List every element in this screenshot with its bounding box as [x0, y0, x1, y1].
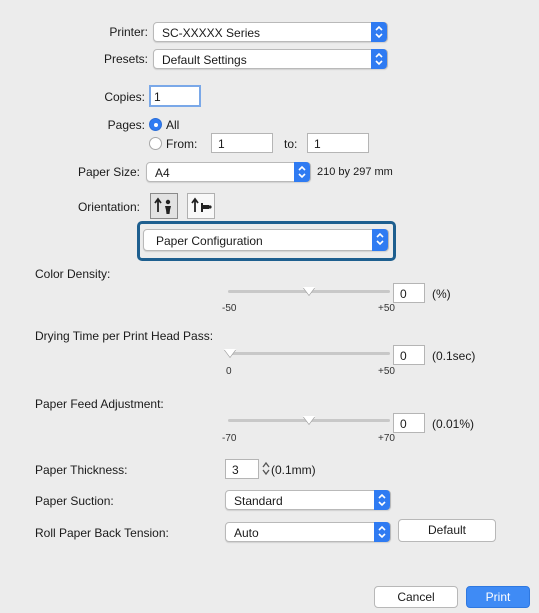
stepper-arrows-icon[interactable] [262, 461, 270, 476]
portrait-orientation-button[interactable] [150, 193, 178, 219]
drying-time-max: +50 [378, 366, 395, 377]
color-density-label: Color Density: [35, 267, 111, 281]
default-button[interactable]: Default [398, 519, 496, 542]
drying-time-label: Drying Time per Print Head Pass: [35, 329, 214, 343]
updown-arrows-icon [294, 162, 310, 182]
paper-feed-unit: (0.01%) [432, 417, 475, 431]
pages-from-value: 1 [218, 137, 225, 151]
pages-all-radio[interactable] [149, 118, 162, 131]
paper-size-label: Paper Size: [77, 165, 140, 179]
paper-thickness-unit: (0.1mm) [271, 463, 316, 477]
copies-field[interactable]: 1 [149, 85, 201, 107]
color-density-slider-thumb[interactable] [303, 287, 315, 295]
drying-time-unit: (0.1sec) [432, 349, 476, 363]
roll-tension-label: Roll Paper Back Tension: [35, 526, 169, 540]
pages-from-label: From: [166, 137, 198, 151]
printer-select[interactable]: SC-XXXXX Series [153, 22, 388, 42]
color-density-max: +50 [378, 303, 395, 314]
pages-from-radio[interactable] [149, 137, 162, 150]
printer-label: Printer: [109, 25, 148, 39]
section-highlight-frame [137, 221, 396, 261]
paper-feed-slider-thumb[interactable] [303, 416, 315, 424]
drying-time-slider-thumb[interactable] [224, 349, 236, 357]
paper-thickness-label: Paper Thickness: [35, 463, 128, 477]
paper-thickness-value: 3 [232, 463, 239, 477]
roll-tension-value: Auto [234, 526, 259, 540]
landscape-icon [191, 197, 212, 212]
updown-arrows-icon [374, 490, 390, 510]
drying-time-value: 0 [400, 349, 407, 363]
color-density-field[interactable]: 0 [393, 283, 425, 303]
paper-feed-max: +70 [378, 433, 395, 444]
paper-size-value: A4 [155, 166, 170, 180]
paper-feed-label: Paper Feed Adjustment: [35, 397, 164, 411]
orientation-label: Orientation: [77, 200, 140, 214]
color-density-unit: (%) [432, 287, 451, 301]
paper-size-select[interactable]: A4 [146, 162, 311, 182]
paper-suction-label: Paper Suction: [35, 494, 114, 508]
printer-value: SC-XXXXX Series [162, 26, 261, 40]
paper-feed-value: 0 [400, 417, 407, 431]
print-button[interactable]: Print [466, 586, 530, 608]
presets-value: Default Settings [162, 53, 247, 67]
cancel-button[interactable]: Cancel [374, 586, 458, 608]
pages-from-field[interactable]: 1 [211, 133, 273, 153]
paper-size-dimensions: 210 by 297 mm [317, 166, 393, 178]
drying-time-slider[interactable] [228, 352, 390, 355]
color-density-value: 0 [400, 287, 407, 301]
paper-feed-field[interactable]: 0 [393, 413, 425, 433]
copies-label: Copies: [104, 90, 145, 104]
updown-arrows-icon [371, 49, 387, 69]
roll-tension-select[interactable]: Auto [225, 522, 391, 542]
paper-suction-select[interactable]: Standard [225, 490, 391, 510]
presets-select[interactable]: Default Settings [153, 49, 388, 69]
pages-to-label: to: [284, 137, 298, 151]
portrait-icon [154, 197, 171, 214]
pages-to-value: 1 [314, 137, 321, 151]
pages-label: Pages: [107, 118, 145, 132]
updown-arrows-icon [374, 522, 390, 542]
pages-all-label: All [166, 118, 180, 132]
color-density-min: -50 [222, 303, 237, 314]
landscape-orientation-button[interactable] [187, 193, 215, 219]
presets-label: Presets: [103, 52, 148, 66]
pages-to-field[interactable]: 1 [307, 133, 369, 153]
drying-time-field[interactable]: 0 [393, 345, 425, 365]
updown-arrows-icon [371, 22, 387, 42]
paper-suction-value: Standard [234, 494, 283, 508]
paper-thickness-field[interactable]: 3 [225, 459, 259, 479]
drying-time-min: 0 [226, 366, 232, 377]
copies-value: 1 [154, 90, 161, 104]
paper-feed-min: -70 [222, 433, 237, 444]
